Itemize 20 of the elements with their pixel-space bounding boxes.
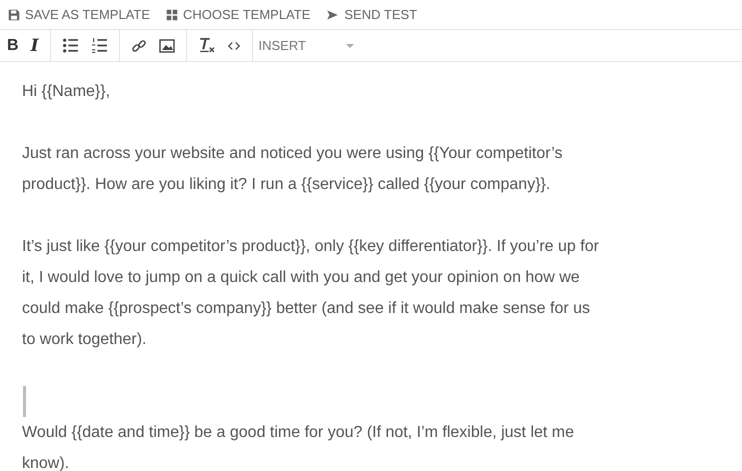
bold-button[interactable]: B — [4, 34, 22, 56]
insert-dropdown[interactable]: INSERT — [258, 30, 354, 61]
send-test-button[interactable]: SEND TEST — [326, 7, 418, 22]
image-icon — [158, 38, 175, 54]
clear-format-icon — [198, 37, 215, 54]
grid-icon — [166, 8, 178, 20]
paragraph: Just ran across your website and noticed you were using {{Your competitor’s product}}. How are you liking it? I run a {{service}} called {{your company}}. — [22, 144, 564, 195]
paragraph: Would {{date and time}} be a good time for you? (If not, I’m flexible, just let me know). — [22, 423, 576, 471]
save-template-button[interactable]: SAVE AS TEMPLATE — [8, 7, 150, 22]
paragraph: Hi {{Name}}, — [22, 82, 112, 102]
bullet-list-icon — [62, 37, 79, 54]
paragraph: It’s just like {{your competitor’s product}}, only {{key differentiator}}. If you’re up for it, I would love to jump on a quick call with you and get your opinion on how we could make {{prospect’s company}} better (and see if it would make sense for us to work together). — [22, 237, 600, 350]
send-icon — [326, 8, 340, 20]
numbered-list-icon — [90, 37, 108, 54]
choose-template-button[interactable]: CHOOSE TEMPLATE — [166, 7, 310, 22]
text-cursor — [23, 386, 26, 417]
link-icon — [130, 38, 147, 54]
save-icon — [8, 8, 20, 20]
caret-icon — [346, 44, 354, 48]
italic-button[interactable]: I — [28, 34, 42, 58]
